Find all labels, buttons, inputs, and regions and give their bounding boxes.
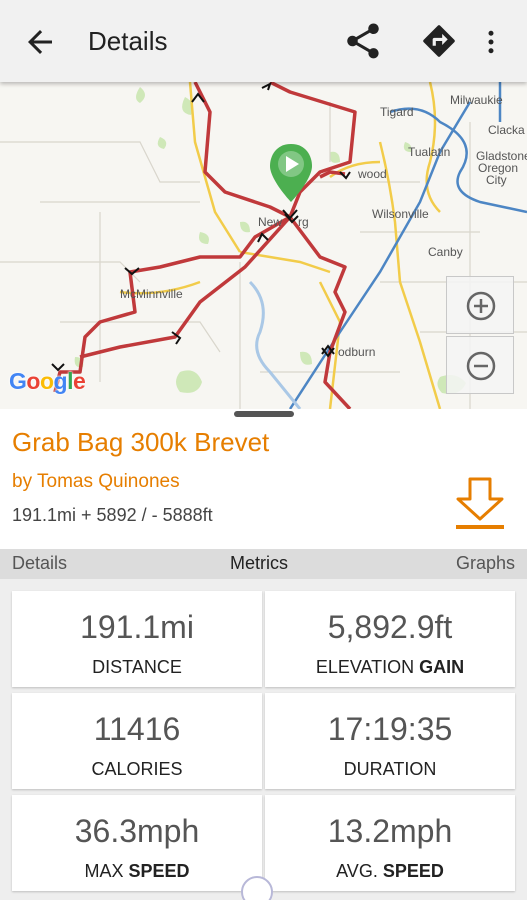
map-label-milwaukie: Milwaukie [450, 93, 503, 107]
route-summary-stats: 191.1mi + 5892 / - 5888ft [12, 505, 213, 525]
arrow-back-icon[interactable] [22, 24, 58, 60]
map-label-clacka: Clacka [488, 123, 525, 137]
route-title: Grab Bag 300k Brevet [12, 427, 270, 457]
metric-label: DURATION [343, 759, 437, 779]
map-label-newberg-b: rg [298, 215, 309, 229]
directions-icon[interactable] [420, 22, 458, 60]
metric-card-elevation-gain: 5,892.9ft ELEVATION GAIN [265, 591, 515, 687]
map-label-tualatin: Tualatin [408, 145, 450, 159]
tab-details[interactable]: Details [12, 553, 67, 574]
metric-card-duration: 17:19:35 DURATION [265, 693, 515, 789]
metric-value: 5,892.9ft [327, 609, 453, 645]
tab-metrics[interactable]: Metrics [230, 553, 288, 574]
more-vert-icon[interactable] [476, 24, 506, 60]
map-label-canby: Canby [428, 245, 463, 259]
metric-card-distance: 191.1mi DISTANCE [12, 591, 262, 687]
metric-value: 17:19:35 [327, 711, 453, 747]
map-label-mcminnville: McMinnville [120, 287, 183, 301]
plus-circle-icon [466, 291, 496, 321]
page-title: Details [88, 26, 168, 56]
metric-card-max-speed: 36.3mph MAX SPEED [12, 795, 262, 891]
share-icon[interactable] [342, 20, 384, 62]
google-logo: Google [9, 368, 86, 394]
zoom-in-button[interactable] [446, 276, 514, 334]
map-label-sherwood: wood [357, 167, 387, 181]
map-label-city: City [486, 173, 507, 187]
map-label-tigard: Tigard [380, 105, 414, 119]
map-label-woodburn: odburn [338, 345, 375, 359]
zoom-out-button[interactable] [446, 336, 514, 394]
map-label-newberg-a: New [258, 215, 282, 229]
map-label-wilsonville: Wilsonville [372, 207, 429, 221]
tab-bar: Details Metrics Graphs [0, 549, 527, 579]
metric-label: DISTANCE [92, 657, 182, 677]
metric-label: ELEVATION GAIN [315, 657, 465, 677]
bottom-sheet-handle[interactable] [234, 411, 294, 417]
route-map[interactable]: Milwaukie Tigard Clacka Tualatin Gladsto… [0, 82, 527, 409]
metric-value: 11416 [93, 711, 181, 747]
app-bar: Details [0, 0, 527, 82]
metric-card-avg-speed: 13.2mph AVG. SPEED [265, 795, 515, 891]
download-icon[interactable] [454, 477, 506, 533]
minus-circle-icon [466, 351, 496, 381]
metric-label: AVG. SPEED [336, 861, 444, 881]
metric-value: 191.1mi [80, 609, 194, 645]
route-info-panel: Grab Bag 300k Brevet by Tomas Quinones 1… [0, 409, 527, 549]
route-author-link[interactable]: by Tomas Quinones [12, 471, 180, 493]
metrics-grid: 191.1mi DISTANCE 5,892.9ft ELEVATION GAI… [0, 579, 527, 900]
start-marker-icon[interactable] [270, 144, 312, 202]
tab-graphs[interactable]: Graphs [456, 553, 515, 574]
metric-value: 13.2mph [327, 813, 453, 849]
scroll-indicator[interactable] [241, 876, 273, 900]
metric-card-calories: 11416 CALORIES [12, 693, 262, 789]
metric-label: MAX SPEED [84, 861, 190, 881]
metric-label: CALORIES [91, 759, 183, 779]
metric-value: 36.3mph [74, 813, 200, 849]
